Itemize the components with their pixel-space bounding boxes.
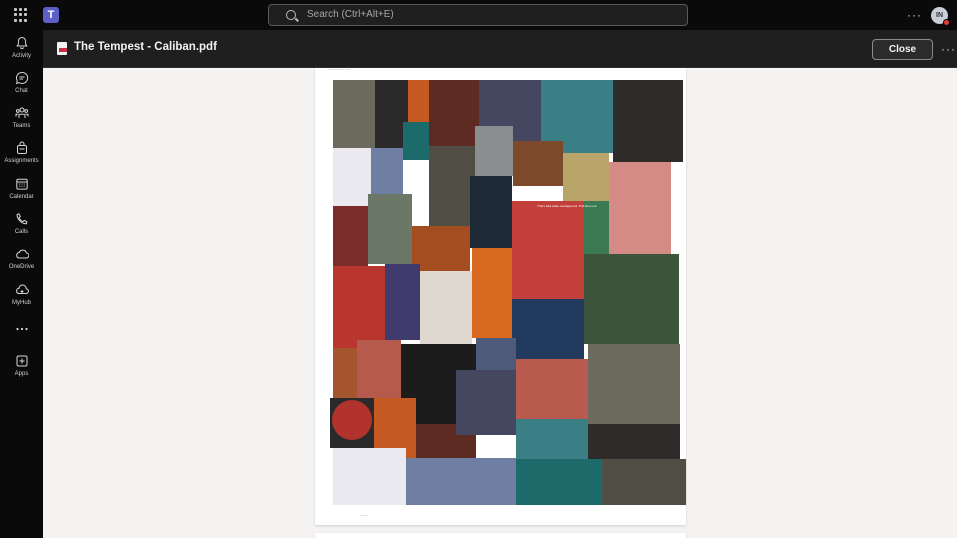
close-button[interactable]: Close — [872, 39, 933, 60]
file-title: The Tempest - Caliban.pdf — [74, 41, 217, 53]
collage-image-18 — [412, 226, 470, 271]
rail-item-assignments[interactable]: Assignments — [0, 141, 43, 175]
rail-item-onedrive[interactable]: OneDrive — [0, 247, 43, 281]
rail-label-assignments: Assignments — [4, 158, 39, 164]
rail-item-apps[interactable]: Apps — [0, 354, 43, 388]
collage-image-7 — [613, 80, 683, 162]
page-footer-text: ——— — [360, 514, 368, 517]
rail-label-chat: Chat — [15, 88, 28, 94]
collage-image-24 — [420, 271, 472, 344]
app-launcher-icon[interactable] — [14, 8, 28, 22]
status-busy-icon — [943, 19, 950, 26]
rail-item-more[interactable] — [0, 322, 43, 356]
collage-image-12 — [475, 126, 513, 176]
teams-icon — [15, 107, 28, 118]
collage-image-27 — [584, 254, 679, 344]
page-header-text: —— ———— · —— — [328, 68, 351, 71]
collage-image-28 — [333, 348, 357, 398]
collage-image-4 — [429, 80, 479, 146]
teams-logo-icon — [43, 7, 59, 23]
pdf-page-next — [315, 533, 686, 538]
myhub-icon — [15, 284, 29, 294]
rail-label-calls: Calls — [14, 229, 29, 235]
apps-icon — [16, 355, 27, 367]
collage-image-41 — [406, 458, 516, 505]
collage-image-17 — [368, 194, 412, 264]
top-bar: Search (Ctrl+Alt+E) ··· IN — [0, 0, 957, 30]
collage-image-23 — [385, 264, 420, 340]
rail-item-myhub[interactable]: MyHub — [0, 283, 43, 317]
search-icon — [286, 10, 296, 20]
file-more-options-icon[interactable]: ··· — [941, 42, 956, 56]
collage-image-3 — [408, 80, 429, 122]
rail-label-activity: Activity — [11, 53, 31, 59]
collage-image-37 — [456, 370, 516, 435]
moodboard-collage: That's bad cable management. Pull them o… — [330, 80, 686, 505]
collage-image-13 — [513, 141, 563, 186]
more-icon — [15, 327, 28, 331]
collage-image-38 — [516, 419, 588, 459]
collage-image-15 — [609, 162, 671, 254]
collage-image-16 — [333, 206, 368, 266]
collage-image-29 — [357, 340, 401, 398]
collage-image-1 — [333, 80, 375, 148]
collage-image-14 — [563, 153, 609, 201]
collage-caption: That's bad cable management. Pull them o… — [537, 204, 597, 208]
search-placeholder: Search (Ctrl+Alt+E) — [307, 9, 394, 20]
pdf-file-icon — [57, 42, 67, 55]
avatar-initials: IN — [936, 12, 943, 19]
collage-image-19 — [470, 176, 512, 248]
chat-icon — [15, 71, 28, 85]
collage-image-20 — [512, 201, 584, 299]
assignments-icon — [16, 141, 27, 154]
rail-label-onedrive: OneDrive — [8, 264, 35, 270]
bell-icon — [15, 36, 28, 50]
collage-image-25 — [472, 248, 512, 338]
collage-image-11 — [429, 146, 475, 226]
rail-item-activity[interactable]: Activity — [0, 36, 43, 70]
rail-item-calls[interactable]: Calls — [0, 212, 43, 246]
collage-image-43 — [602, 459, 686, 505]
collage-image-10 — [403, 122, 429, 160]
cloud-icon — [15, 249, 29, 259]
collage-image-9 — [371, 148, 403, 194]
rail-label-apps: Apps — [14, 371, 29, 377]
rail-label-calendar: Calendar — [9, 194, 34, 200]
collage-image-22 — [333, 266, 385, 348]
more-options-icon[interactable]: ··· — [907, 8, 922, 22]
rail-item-calendar[interactable]: Calendar — [0, 177, 43, 211]
collage-image-32 — [516, 359, 588, 419]
search-input[interactable]: Search (Ctrl+Alt+E) — [268, 4, 688, 26]
collage-image-26 — [512, 299, 584, 359]
rail-item-chat[interactable]: Chat — [0, 71, 43, 105]
phone-icon — [16, 213, 27, 225]
pdf-viewer[interactable]: That's bad cable management. Pull them o… — [43, 68, 957, 538]
collage-image-33 — [588, 344, 680, 424]
avatar[interactable]: IN — [931, 7, 950, 26]
collage-image-42 — [516, 459, 602, 505]
app-rail: Activity Chat Teams Assignments Calendar… — [0, 30, 43, 538]
calendar-icon — [15, 178, 28, 190]
collage-image-round — [332, 400, 372, 440]
rail-label-myhub: MyHub — [11, 300, 31, 306]
rail-item-teams[interactable]: Teams — [0, 106, 43, 140]
collage-image-40 — [333, 448, 406, 505]
rail-label-teams: Teams — [12, 123, 31, 129]
pdf-page: That's bad cable management. Pull them o… — [315, 68, 686, 525]
collage-image-8 — [333, 148, 371, 206]
file-header: The Tempest - Caliban.pdf Close ··· — [43, 30, 957, 68]
